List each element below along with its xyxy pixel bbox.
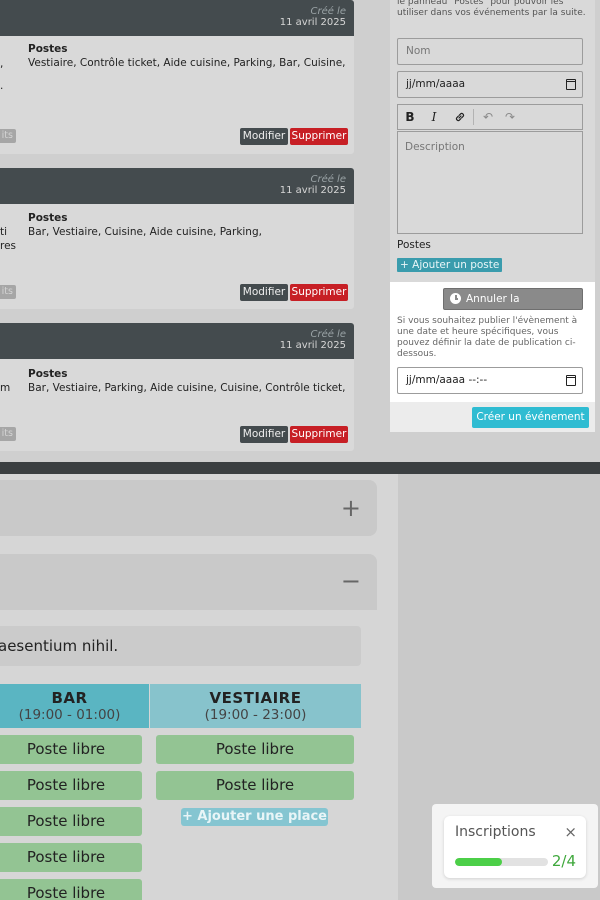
calendar-icon[interactable] (566, 375, 576, 386)
add-poste-button[interactable]: + Ajouter un poste (397, 258, 503, 272)
inscriptions-title: Inscriptions (455, 824, 536, 840)
edit-button[interactable]: Modifier (240, 426, 288, 443)
delete-button[interactable]: Supprimer (290, 284, 348, 301)
link-icon[interactable] (452, 109, 468, 127)
calendar-icon[interactable] (566, 79, 576, 90)
status-badge: its (0, 129, 16, 143)
postes-label: Postes (28, 368, 68, 380)
truncated-text: , (0, 58, 4, 70)
postes-list: Bar, Vestiaire, Parking, Aide cuisine, C… (28, 382, 346, 394)
description-editor[interactable]: Description (397, 131, 583, 234)
postes-list: Bar, Vestiaire, Cuisine, Aide cuisine, P… (28, 226, 262, 238)
name-placeholder: Nom (406, 45, 431, 57)
postes-section-title: Postes (397, 239, 431, 251)
status-badge: its (0, 427, 16, 441)
name-input[interactable]: Nom (397, 38, 583, 65)
column-time: (19:00 - 01:00) (18, 707, 121, 723)
truncated-text: ti (0, 226, 8, 238)
datetime-placeholder: jj/mm/aaaa --:-- (406, 374, 488, 386)
panel-divider (0, 462, 600, 474)
event-card-header: Créé le 11 avril 2025 (0, 323, 354, 359)
created-label: Créé le (310, 6, 346, 17)
created-date: 11 avril 2025 (279, 185, 346, 196)
date-placeholder: jj/mm/aaaa (406, 78, 466, 90)
event-detail-panel: + − aesentium nihil. BAR (19:00 - 01:00)… (0, 474, 600, 900)
inscriptions-count: 2/4 (551, 852, 576, 870)
create-event-form: le panneau "Postes" pour pouvoir les uti… (390, 0, 595, 432)
edit-button[interactable]: Modifier (240, 128, 288, 145)
slot-free[interactable]: Poste libre (156, 735, 354, 764)
expand-icon[interactable]: + (341, 496, 361, 520)
create-event-button[interactable]: Créer un événement (472, 407, 589, 428)
event-card: Créé le 11 avril 2025 m Postes Bar, Vest… (0, 323, 354, 451)
event-card: Créé le 11 avril 2025 , . Postes Vestiai… (0, 0, 354, 154)
column-header-vestiaire: VESTIAIRE (19:00 - 23:00) (150, 684, 361, 728)
progress-bar (455, 858, 548, 866)
truncated-text: m (0, 382, 11, 394)
inscriptions-widget: Inscriptions × 2/4 (432, 804, 598, 888)
delete-button[interactable]: Supprimer (290, 426, 348, 443)
event-card-header: Créé le 11 avril 2025 (0, 168, 354, 204)
cancel-schedule-button[interactable]: Annuler la planification (443, 288, 583, 325)
collapse-icon[interactable]: − (341, 569, 361, 593)
slot-free[interactable]: Poste libre (0, 771, 142, 800)
postes-label: Postes (28, 212, 68, 224)
bold-button[interactable]: B (402, 109, 418, 125)
description-placeholder: Description (405, 141, 465, 153)
add-place-button[interactable]: + Ajouter une place (181, 808, 328, 826)
truncated-text: . (0, 80, 4, 92)
truncated-text: res (0, 240, 17, 252)
progress-fill (455, 858, 502, 866)
inscriptions-card: Inscriptions × 2/4 (444, 816, 586, 878)
redo-icon[interactable]: ↷ (502, 109, 518, 125)
slot-free[interactable]: Poste libre (0, 879, 142, 900)
slot-free[interactable]: Poste libre (0, 735, 142, 764)
status-badge: its (0, 285, 16, 299)
undo-icon[interactable]: ↶ (480, 109, 496, 125)
description-text: aesentium nihil. (0, 637, 119, 655)
publish-datetime-input[interactable]: jj/mm/aaaa --:-- (397, 367, 583, 394)
delete-button[interactable]: Supprimer (290, 128, 348, 145)
accordion-expanded[interactable]: − (0, 554, 377, 610)
column-time: (19:00 - 23:00) (204, 707, 307, 723)
editor-toolbar: B I ↶ ↷ (397, 104, 583, 130)
slot-free[interactable]: Poste libre (156, 771, 354, 800)
column-header-bar: BAR (19:00 - 01:00) (0, 684, 149, 728)
schedule-text: Si vous souhaitez publier l'évènement à … (397, 316, 578, 359)
event-card-header: Créé le 11 avril 2025 (0, 0, 354, 36)
form-hint: le panneau "Postes" pour pouvoir les uti… (397, 0, 586, 18)
created-label: Créé le (310, 174, 346, 185)
slot-free[interactable]: Poste libre (0, 807, 142, 836)
date-input[interactable]: jj/mm/aaaa (397, 71, 583, 98)
italic-button[interactable]: I (426, 109, 442, 125)
slot-free[interactable]: Poste libre (0, 843, 142, 872)
accordion-collapsed[interactable]: + (0, 480, 377, 536)
close-icon[interactable]: × (564, 824, 577, 840)
created-date: 11 avril 2025 (279, 17, 346, 28)
event-card: Créé le 11 avril 2025 ti res Postes Bar,… (0, 168, 354, 309)
edit-button[interactable]: Modifier (240, 284, 288, 301)
created-date: 11 avril 2025 (279, 340, 346, 351)
created-label: Créé le (310, 329, 346, 340)
postes-label: Postes (28, 43, 68, 55)
event-description: aesentium nihil. (0, 626, 361, 666)
schedule-section: Annuler la planification Si vous souhait… (390, 282, 595, 402)
column-name: BAR (51, 689, 88, 707)
clock-icon (450, 293, 461, 304)
column-name: VESTIAIRE (209, 689, 302, 707)
postes-list: Vestiaire, Contrôle ticket, Aide cuisine… (28, 57, 346, 69)
events-panel: Créé le 11 avril 2025 , . Postes Vestiai… (0, 0, 600, 462)
